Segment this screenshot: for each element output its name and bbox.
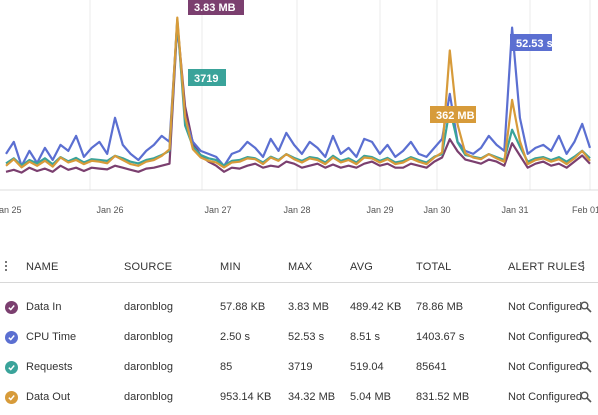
column-header-alert-rules[interactable]: ALERT RULES [508,261,585,273]
metric-source: daronblog [124,361,173,373]
metric-avg: 489.42 KB [350,301,402,313]
grid-menu-icon[interactable] [5,260,17,272]
metric-name: Data Out [26,391,71,403]
metric-max: 3719 [288,361,313,373]
metric-avg: 8.51 s [350,331,380,343]
table-row[interactable]: Data In daronblog 57.88 KB 3.83 MB 489.4… [0,293,598,323]
metric-source: daronblog [124,391,173,403]
column-header-max[interactable]: MAX [288,261,312,273]
series-line [5,16,591,169]
metric-avg: 5.04 MB [350,391,391,403]
metric-min: 2.50 s [220,331,250,343]
x-tick-label: Feb 01 [572,205,598,215]
column-header-min[interactable]: MIN [220,261,241,273]
check-icon[interactable] [5,301,18,314]
x-tick-label: Jan 28 [283,205,310,215]
x-tick-label: Jan 25 [0,205,22,215]
metric-alert-rules: Not Configured [508,391,582,403]
metric-min: 85 [220,361,233,373]
metric-name: Data In [26,301,62,313]
metric-name: Requests [26,361,73,373]
column-header-source[interactable]: SOURCE [124,261,172,273]
x-tick-label: Jan 31 [501,205,528,215]
search-icon[interactable] [580,301,592,316]
check-icon[interactable] [5,391,18,404]
x-tick-label: Jan 27 [204,205,231,215]
series-line [5,20,592,168]
callout-label: 362 MB [436,110,475,122]
metric-source: daronblog [124,331,173,343]
metric-source: daronblog [124,301,173,313]
search-icon[interactable] [580,391,592,406]
table-row[interactable]: Data Out daronblog 953.14 KB 34.32 MB 5.… [0,383,598,413]
metric-min: 953.14 KB [220,391,272,403]
metric-total: 78.86 MB [416,301,464,313]
x-tick-label: Jan 29 [366,205,393,215]
series-line [5,18,591,167]
search-icon[interactable] [580,361,592,376]
alert-rules-menu-icon[interactable] [582,260,592,272]
column-header-name[interactable]: NAME [26,261,59,273]
x-tick-label: Jan 30 [423,205,450,215]
callout-label: 3719 [194,73,218,85]
table-row[interactable]: CPU Time daronblog 2.50 s 52.53 s 8.51 s… [0,323,598,353]
callout-label: 3.83 MB [194,2,236,14]
metric-alert-rules: Not Configured [508,361,582,373]
x-tick-label: Jan 26 [96,205,123,215]
check-icon[interactable] [5,361,18,374]
metric-alert-rules: Not Configured [508,331,582,343]
callout-label: 52.53 s [516,38,553,50]
table-header: NAME SOURCE MIN MAX AVG TOTAL ALERT RULE… [0,252,598,283]
metrics-chart: Jan 25 Jan 26 Jan 27 Jan 28 Jan 29 Jan 30 Jan … [0,0,598,215]
metric-max: 34.32 MB [288,391,336,403]
metric-total: 831.52 MB [416,391,470,403]
metric-total: 85641 [416,361,447,373]
search-icon[interactable] [580,331,592,346]
metric-max: 3.83 MB [288,301,329,313]
metric-alert-rules: Not Configured [508,301,582,313]
metric-min: 57.88 KB [220,301,266,313]
metric-avg: 519.04 [350,361,384,373]
metric-max: 52.53 s [288,331,325,343]
column-header-avg[interactable]: AVG [350,261,373,273]
table-row[interactable]: Requests daronblog 85 3719 519.04 85641 … [0,353,598,383]
metric-name: CPU Time [26,331,77,343]
column-header-total[interactable]: TOTAL [416,261,451,273]
metric-total: 1403.67 s [416,331,465,343]
check-icon[interactable] [5,331,18,344]
